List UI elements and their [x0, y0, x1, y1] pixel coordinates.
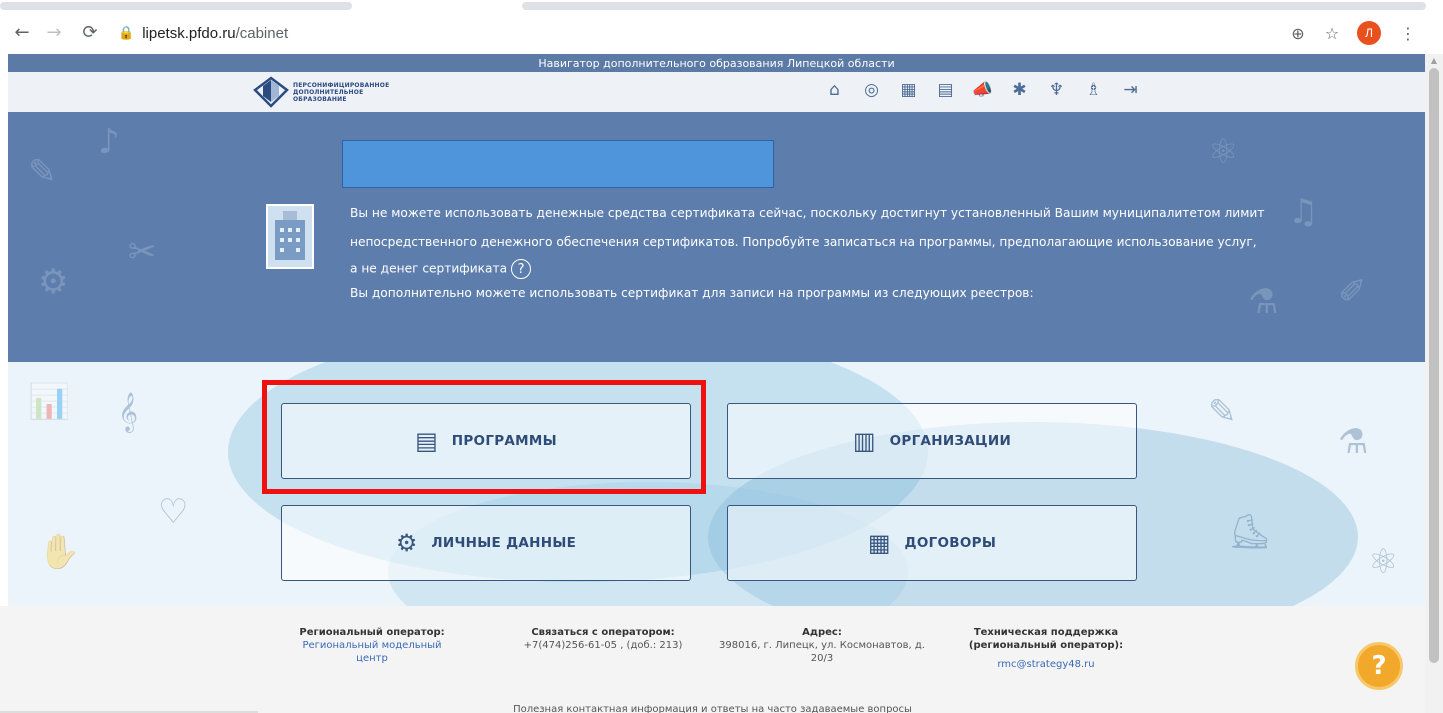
site-navbar: ПЕРСОНИФИЦИРОВАННОЕ ДОПОЛНИТЕЛЬНОЕ ОБРАЗ…	[8, 72, 1425, 112]
logo-text: ПЕРСОНИФИЦИРОВАННОЕ ДОПОЛНИТЕЛЬНОЕ ОБРАЗ…	[293, 81, 390, 103]
zoom-icon[interactable]: ⊕	[1286, 20, 1310, 46]
help-icon[interactable]: ?	[511, 259, 532, 279]
site-top-title: Навигатор дополнительного образования Ли…	[8, 54, 1425, 72]
doodle-icon: ⚛	[1368, 542, 1399, 582]
doodle-icon: ✋	[38, 532, 81, 572]
target-icon[interactable]: ◎	[853, 80, 890, 100]
programs-label: ПРОГРАММЫ	[451, 433, 557, 449]
support-email-link[interactable]: rmc@strategy48.ru	[956, 658, 1136, 671]
doodle-icon: ✐	[1338, 272, 1367, 312]
organizations-button[interactable]: ▥ ОРГАНИЗАЦИИ	[727, 403, 1137, 479]
logo-mark-icon	[253, 76, 289, 108]
page-viewport: Навигатор дополнительного образования Ли…	[0, 54, 1425, 713]
certificate-message-line: Вы не можете использовать денежные средс…	[350, 206, 1265, 220]
gears-icon: ⚙	[395, 529, 418, 557]
star-burst-icon[interactable]: ✱	[1001, 80, 1038, 100]
exit-icon[interactable]: ⇥	[1112, 80, 1149, 100]
certificate-message-line: а не денег сертификата?	[350, 259, 532, 279]
site-footer: Региональный оператор: Региональный моде…	[0, 606, 1425, 713]
footer-contact: Связаться с оператором: +7(474)256-61-05…	[523, 627, 683, 651]
redacted-name-block	[342, 140, 774, 188]
star-icon[interactable]: ☆	[1320, 20, 1344, 46]
certificate-message-line: непосредственного денежного обеспечения …	[350, 235, 1257, 249]
doodle-icon: ✎	[1208, 392, 1237, 432]
doodle-icon: ♪	[98, 122, 120, 162]
avatar: Л	[1357, 21, 1381, 45]
contracts-icon: ▦	[867, 529, 891, 557]
page-scrollbar[interactable]: ▲	[1425, 54, 1443, 713]
doodle-icon: 𝄞	[118, 392, 139, 432]
document-icon[interactable]: ▤	[927, 80, 964, 100]
people-icon[interactable]: ♗	[1075, 80, 1112, 100]
home-icon[interactable]: ⌂	[816, 80, 853, 100]
doodle-icon: ⚗	[1248, 282, 1279, 322]
menu-area: 📊 𝄞 ♡ ✋ ✎ ⚗ ⚛ ⛸	[8, 362, 1425, 606]
doodle-icon: 📊	[28, 382, 71, 422]
url-text: lipetsk.pfdo.ru/cabinet	[142, 24, 289, 42]
contracts-button[interactable]: ▦ ДОГОВОРЫ	[727, 505, 1137, 581]
doodle-icon: ⚛	[1208, 132, 1239, 172]
site-logo[interactable]: ПЕРСОНИФИЦИРОВАННОЕ ДОПОЛНИТЕЛЬНОЕ ОБРАЗ…	[253, 76, 389, 108]
organizations-label: ОРГАНИЗАЦИИ	[889, 433, 1012, 449]
doodle-icon: ⚗	[1338, 422, 1369, 462]
browser-tab[interactable]	[0, 2, 352, 10]
footer-regional-operator: Региональный оператор: Региональный моде…	[292, 626, 452, 665]
doodle-icon: ✎	[28, 152, 57, 192]
menu-dots-icon[interactable]: ⋮	[1396, 20, 1420, 46]
organizations-icon: ▥	[852, 427, 876, 455]
doodle-icon: ♡	[158, 492, 189, 532]
forward-arrow-icon[interactable]: →	[42, 20, 66, 44]
personal-data-button[interactable]: ⚙ ЛИЧНЫЕ ДАННЫЕ	[281, 505, 691, 581]
personal-data-label: ЛИЧНЫЕ ДАННЫЕ	[431, 535, 577, 551]
doodle-icon: ♫	[1288, 192, 1319, 232]
doodle-icon: ⚙	[38, 262, 69, 302]
megaphone-icon[interactable]: 📣	[964, 80, 1001, 100]
back-arrow-icon[interactable]: ←	[10, 20, 34, 44]
doodle-icon: ⛸	[1228, 512, 1272, 552]
footer-support: Техническая поддержка (региональный опер…	[956, 626, 1136, 671]
browser-tab[interactable]	[522, 2, 1426, 10]
certificate-registry-text: Вы дополнительно можете использовать сер…	[350, 286, 1034, 300]
profile-avatar[interactable]: Л	[1356, 20, 1382, 46]
certificate-image	[266, 204, 314, 269]
programs-icon: ▤	[415, 427, 438, 455]
footer-address: Адрес: 398016, г. Липецк, ул. Космонавто…	[719, 627, 925, 664]
browser-toolbar: ← → ⟳ 🔒 lipetsk.pfdo.ru/cabinet ⊕ ☆ Л ⋮	[0, 12, 1443, 54]
reload-icon[interactable]: ⟳	[78, 20, 102, 44]
regional-operator-link[interactable]: Региональный модельный центр	[292, 639, 452, 665]
scrollbar-thumb[interactable]	[1429, 68, 1439, 663]
trophy-icon[interactable]: ♆	[1038, 80, 1075, 100]
site-nav-icons: ⌂ ◎ ▦ ▤ 📣 ✱ ♆ ♗ ⇥	[816, 80, 1149, 100]
contracts-label: ДОГОВОРЫ	[904, 535, 997, 551]
programs-button[interactable]: ▤ ПРОГРАММЫ	[281, 403, 691, 479]
help-button[interactable]: ?	[1355, 642, 1403, 690]
lock-icon: 🔒	[118, 25, 135, 41]
doodle-icon: ✂	[128, 232, 157, 272]
calendar-icon[interactable]: ▦	[890, 80, 927, 100]
scroll-up-icon[interactable]: ▲	[1429, 56, 1439, 66]
address-bar[interactable]: 🔒 lipetsk.pfdo.ru/cabinet	[118, 18, 1318, 48]
browser-tabstrip	[0, 0, 1443, 12]
